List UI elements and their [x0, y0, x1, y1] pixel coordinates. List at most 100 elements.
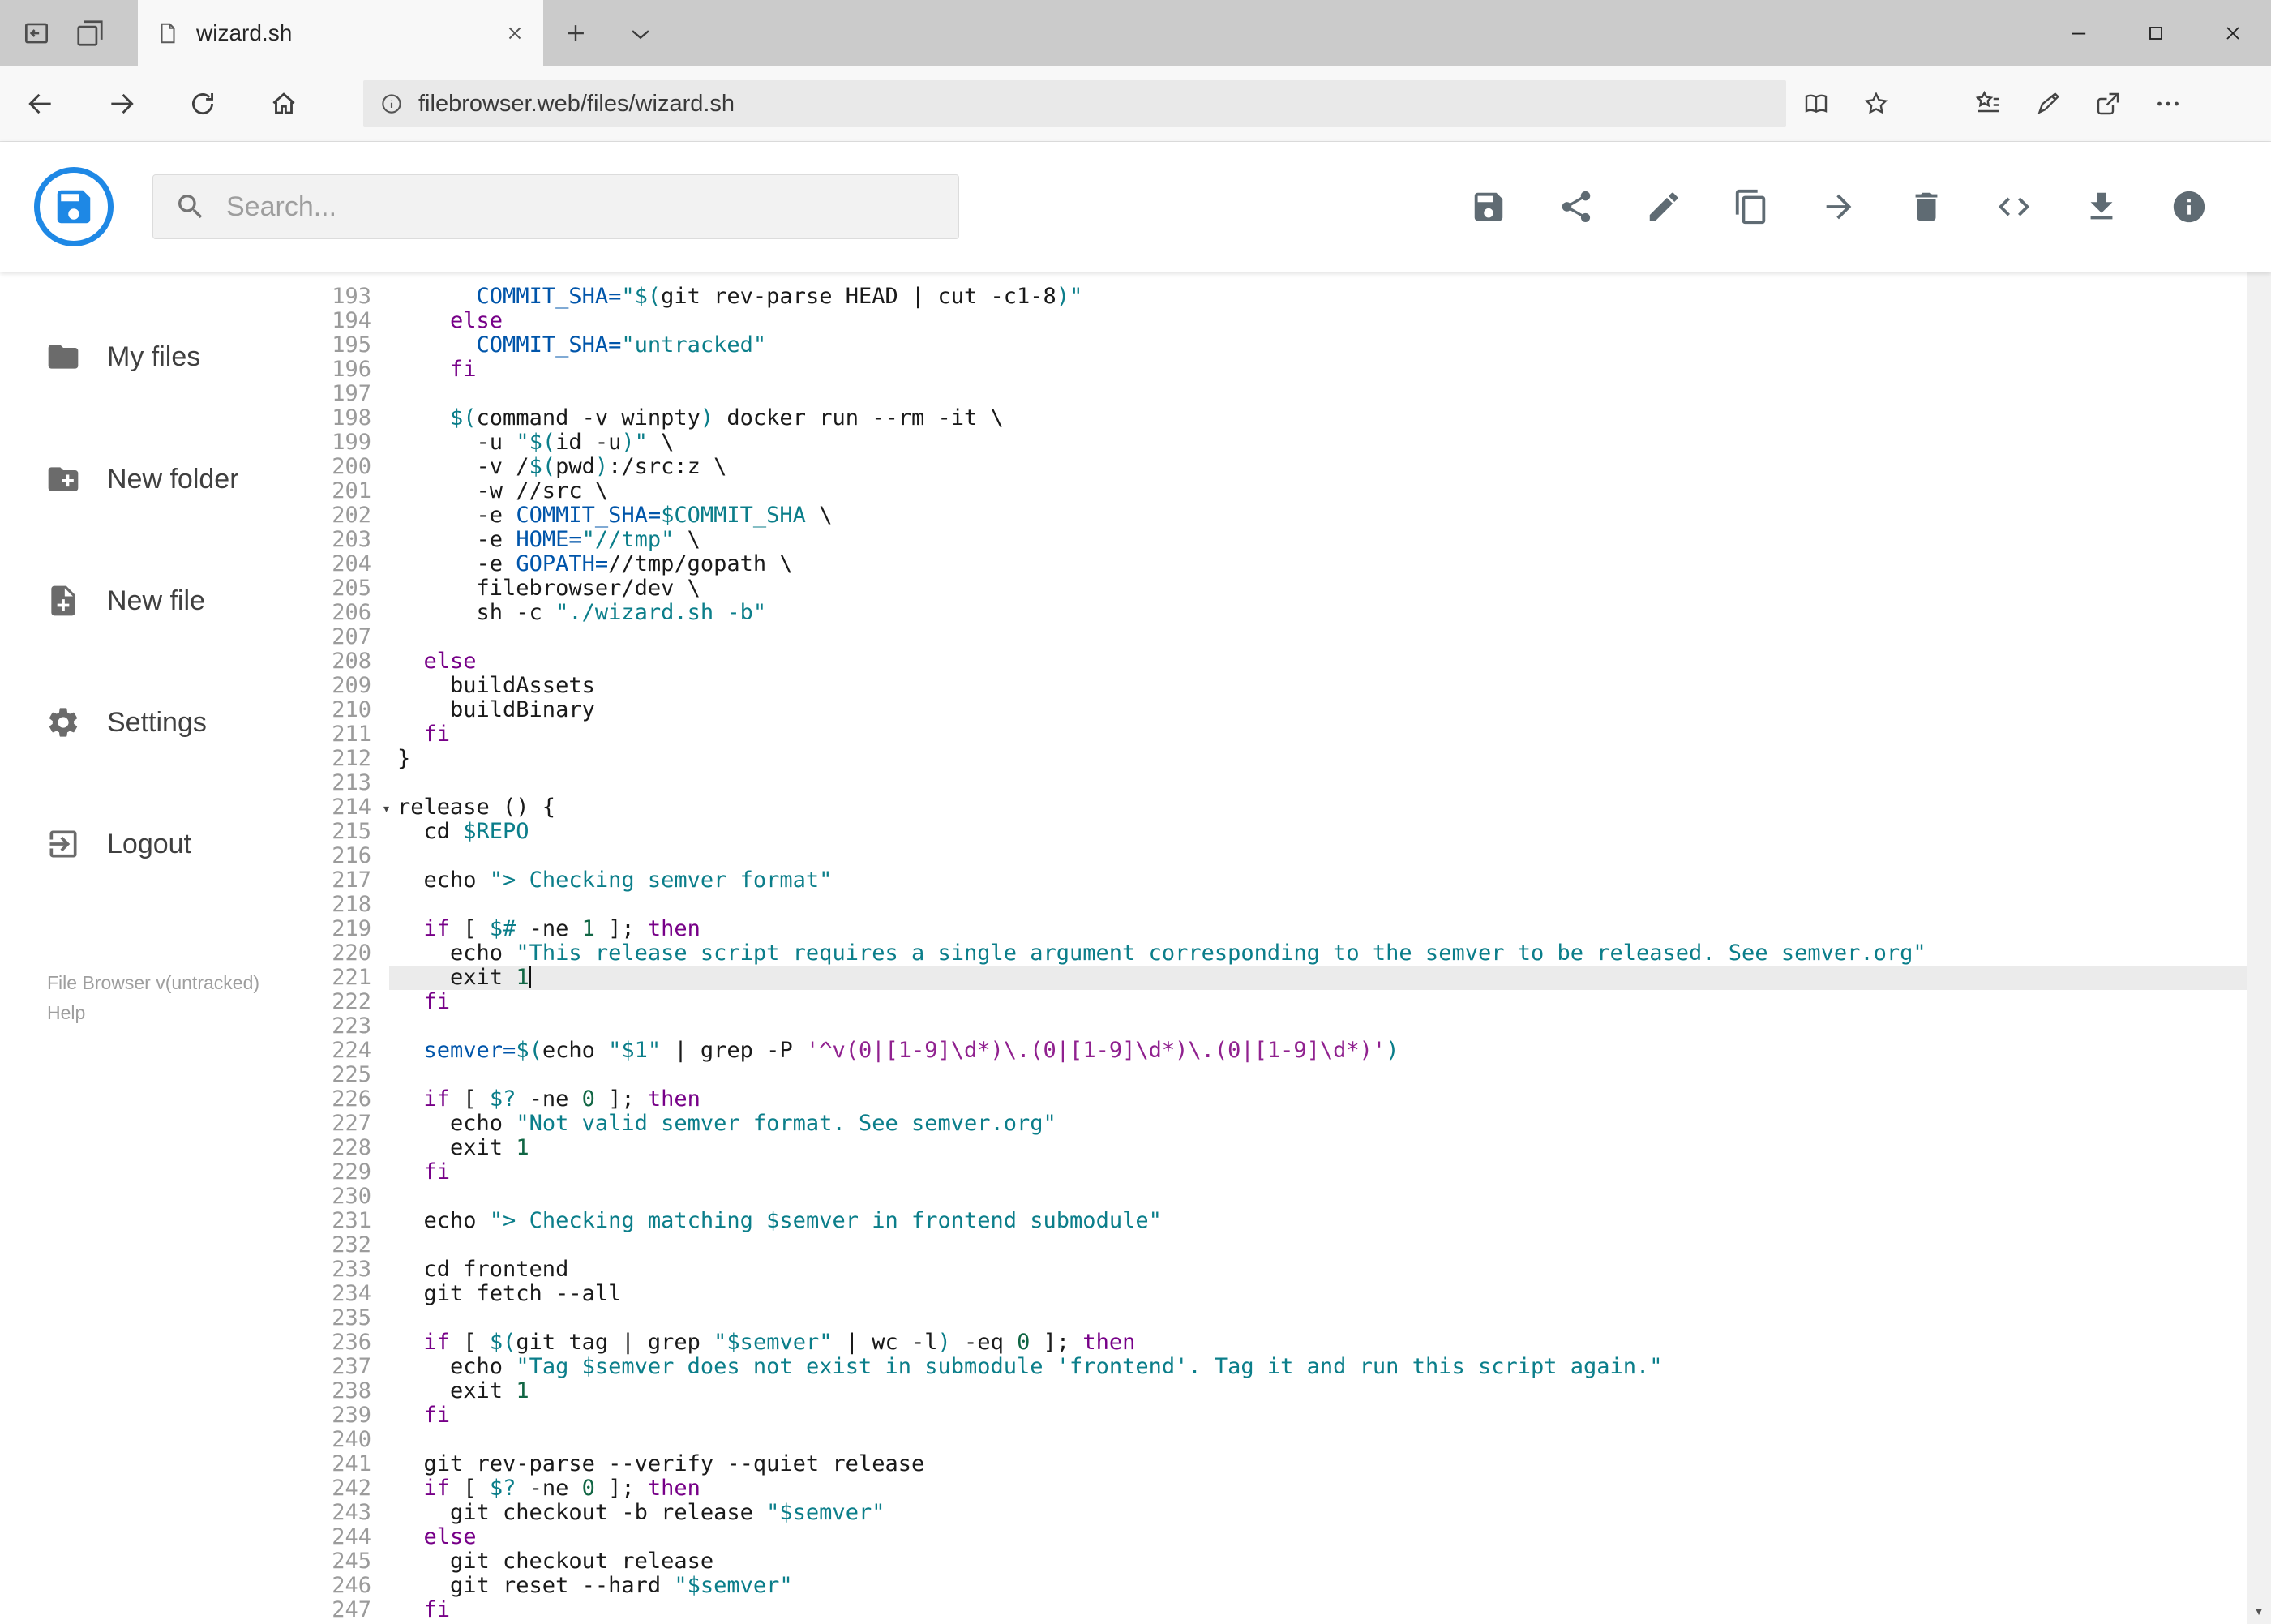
- code-line[interactable]: 218: [292, 893, 2247, 917]
- code-line[interactable]: 208 else: [292, 649, 2247, 674]
- help-link[interactable]: Help: [47, 998, 292, 1028]
- move-button[interactable]: [1820, 188, 1858, 225]
- raw-view-button[interactable]: [1995, 188, 2033, 225]
- code-line[interactable]: 242 if [ $? -ne 0 ]; then: [292, 1476, 2247, 1501]
- code-line[interactable]: 206 sh -c "./wizard.sh -b": [292, 601, 2247, 625]
- code-line[interactable]: 236 if [ $(git tag | grep "$semver" | wc…: [292, 1330, 2247, 1355]
- code-line[interactable]: 197: [292, 382, 2247, 406]
- code-line[interactable]: 229 fi: [292, 1160, 2247, 1185]
- site-info-icon[interactable]: [379, 92, 404, 116]
- code-line[interactable]: 205 filebrowser/dev \: [292, 576, 2247, 601]
- code-line[interactable]: 247 fi: [292, 1598, 2247, 1622]
- code-line[interactable]: 203 -e HOME="//tmp" \: [292, 528, 2247, 552]
- pencil-icon: [1649, 192, 1678, 221]
- reading-view-button[interactable]: [1786, 66, 1846, 142]
- code-line[interactable]: 196 fi: [292, 358, 2247, 382]
- code-line[interactable]: 226 if [ $? -ne 0 ]; then: [292, 1087, 2247, 1112]
- sidebar-item-settings[interactable]: Settings: [0, 662, 292, 783]
- code-line[interactable]: 230: [292, 1185, 2247, 1209]
- forward-button[interactable]: [81, 66, 162, 142]
- code-line[interactable]: 239 fi: [292, 1403, 2247, 1428]
- code-line[interactable]: 233 cd frontend: [292, 1258, 2247, 1282]
- maximize-button[interactable]: [2117, 0, 2194, 66]
- sidebar-item-my-files[interactable]: My files: [0, 296, 292, 418]
- sidebar-item-new-folder[interactable]: New folder: [0, 418, 292, 540]
- code-line[interactable]: 224 semver=$(echo "$1" | grep -P '^v(0|[…: [292, 1039, 2247, 1063]
- code-line[interactable]: 214 ▾ release () {: [292, 795, 2247, 820]
- fold-arrow-icon[interactable]: ▾: [382, 797, 391, 821]
- delete-button[interactable]: [1908, 188, 1945, 225]
- code-line[interactable]: 209 buildAssets: [292, 674, 2247, 698]
- code-line[interactable]: 228 exit 1: [292, 1136, 2247, 1160]
- app-logo[interactable]: [34, 167, 114, 246]
- sidebar-item-new-file[interactable]: New file: [0, 540, 292, 662]
- sidebar-item-logout[interactable]: Logout: [0, 783, 292, 905]
- info-button[interactable]: [2170, 188, 2208, 225]
- code-line[interactable]: 246 git reset --hard "$semver": [292, 1574, 2247, 1598]
- new-tab-button[interactable]: [543, 0, 608, 66]
- code-line[interactable]: 234 git fetch --all: [292, 1282, 2247, 1306]
- code-line[interactable]: 195 COMMIT_SHA="untracked": [292, 333, 2247, 358]
- code-line[interactable]: 220 echo "This release script requires a…: [292, 941, 2247, 966]
- code-line[interactable]: 200 -v /$(pwd):/src:z \: [292, 455, 2247, 479]
- more-options-button[interactable]: [2138, 66, 2198, 142]
- back-button[interactable]: [0, 66, 81, 142]
- code-line[interactable]: 232: [292, 1233, 2247, 1258]
- favorite-star-button[interactable]: [1846, 66, 1906, 142]
- share-file-button[interactable]: [1558, 188, 1595, 225]
- url-box[interactable]: filebrowser.web/files/wizard.sh: [363, 80, 1786, 127]
- web-note-button[interactable]: [2018, 66, 2078, 142]
- code-line[interactable]: 244 else: [292, 1525, 2247, 1549]
- code-line[interactable]: 198 $(command -v winpty) docker run --rm…: [292, 406, 2247, 431]
- code-line[interactable]: 216: [292, 844, 2247, 868]
- scrollbar-down-arrow[interactable]: ▼: [2247, 1598, 2271, 1624]
- download-button[interactable]: [2083, 188, 2120, 225]
- code-line[interactable]: 212}: [292, 747, 2247, 771]
- code-line[interactable]: 210 buildBinary: [292, 698, 2247, 722]
- minimize-button[interactable]: [2040, 0, 2117, 66]
- hub-button[interactable]: [1958, 66, 2018, 142]
- code-line[interactable]: 221 exit 1: [292, 966, 2247, 990]
- rename-button[interactable]: [1645, 188, 1682, 225]
- search-box[interactable]: [152, 174, 959, 239]
- code-line[interactable]: 207: [292, 625, 2247, 649]
- code-line[interactable]: 217 echo "> Checking semver format": [292, 868, 2247, 893]
- code-line[interactable]: 202 -e COMMIT_SHA=$COMMIT_SHA \: [292, 503, 2247, 528]
- home-button[interactable]: [243, 66, 324, 142]
- code-editor[interactable]: 193 COMMIT_SHA="$(git rev-parse HEAD | c…: [292, 272, 2247, 1624]
- close-tab-icon[interactable]: [504, 23, 525, 44]
- search-input[interactable]: [226, 191, 937, 223]
- code-line[interactable]: 227 echo "Not valid semver format. See s…: [292, 1112, 2247, 1136]
- code-line[interactable]: 211 fi: [292, 722, 2247, 747]
- code-line[interactable]: 219 if [ $# -ne 1 ]; then: [292, 917, 2247, 941]
- code-line[interactable]: 237 echo "Tag $semver does not exist in …: [292, 1355, 2247, 1379]
- copy-button[interactable]: [1733, 188, 1770, 225]
- code-line[interactable]: 243 git checkout -b release "$semver": [292, 1501, 2247, 1525]
- set-tabs-aside-icon[interactable]: [21, 18, 52, 49]
- browser-tab[interactable]: wizard.sh: [138, 0, 543, 66]
- code-line[interactable]: 201 -w //src \: [292, 479, 2247, 503]
- code-line[interactable]: 231 echo "> Checking matching $semver in…: [292, 1209, 2247, 1233]
- code-line[interactable]: 213: [292, 771, 2247, 795]
- tab-preview-chevron-button[interactable]: [608, 0, 673, 66]
- close-window-button[interactable]: [2194, 0, 2271, 66]
- code-line[interactable]: 222 fi: [292, 990, 2247, 1014]
- browser-scrollbar[interactable]: ▲ ▼: [2247, 142, 2271, 1624]
- refresh-button[interactable]: [162, 66, 243, 142]
- code-line[interactable]: 194 else: [292, 309, 2247, 333]
- code-line[interactable]: 215 cd $REPO: [292, 820, 2247, 844]
- line-number: 197: [332, 381, 371, 406]
- code-line[interactable]: 223: [292, 1014, 2247, 1039]
- code-line[interactable]: 193 COMMIT_SHA="$(git rev-parse HEAD | c…: [292, 285, 2247, 309]
- code-line[interactable]: 238 exit 1: [292, 1379, 2247, 1403]
- code-line[interactable]: 240: [292, 1428, 2247, 1452]
- code-line[interactable]: 225: [292, 1063, 2247, 1087]
- save-button[interactable]: [1470, 188, 1507, 225]
- code-line[interactable]: 199 -u "$(id -u)" \: [292, 431, 2247, 455]
- code-line[interactable]: 245 git checkout release: [292, 1549, 2247, 1574]
- code-line[interactable]: 241 git rev-parse --verify --quiet relea…: [292, 1452, 2247, 1476]
- tabs-set-aside-icon[interactable]: [75, 18, 105, 49]
- code-line[interactable]: 204 -e GOPATH=//tmp/gopath \: [292, 552, 2247, 576]
- code-line[interactable]: 235: [292, 1306, 2247, 1330]
- share-page-button[interactable]: [2078, 66, 2138, 142]
